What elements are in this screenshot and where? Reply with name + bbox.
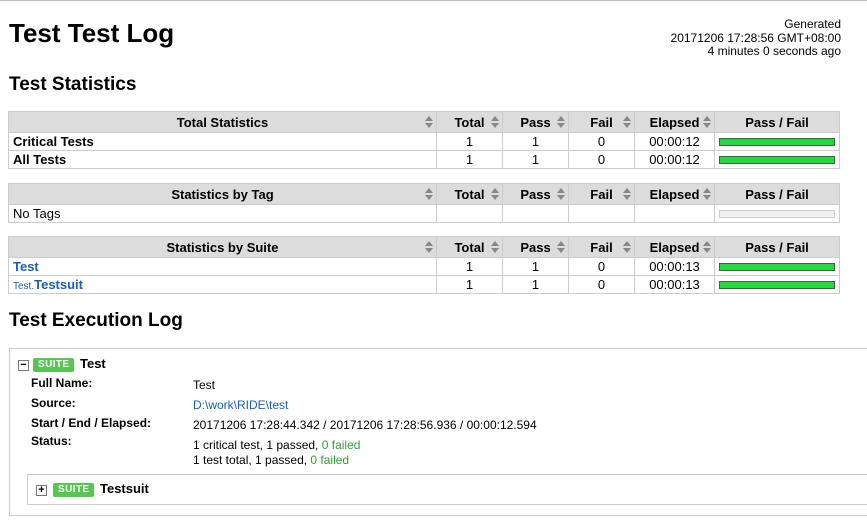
stat-pass: 1 — [502, 275, 569, 294]
sort-header-pass[interactable]: Pass — [502, 183, 569, 205]
pass-fail-bar — [719, 155, 835, 164]
sort-header-fail[interactable]: Fail — [568, 111, 635, 133]
stat-elapsed: 00:00:12 — [634, 132, 715, 151]
sort-header-total-statistics[interactable]: Total Statistics — [8, 111, 437, 133]
sort-header-statistics-by-suite[interactable]: Statistics by Suite — [8, 236, 437, 258]
stat-fail: 0 — [568, 150, 635, 169]
sort-icon — [703, 116, 711, 128]
sort-icon — [557, 116, 565, 128]
stat-fail: 0 — [568, 257, 635, 276]
suite-link-testsuit[interactable]: Testsuit — [34, 277, 83, 292]
pass-fail-bar — [719, 209, 835, 218]
stat-total: 1 — [436, 275, 503, 294]
generated-info: Generated 20171206 17:28:56 GMT+08:00 4 … — [670, 17, 841, 59]
stat-elapsed — [634, 204, 715, 223]
top-divider — [0, 0, 867, 1]
pass-fail-bar — [719, 137, 835, 146]
suite-name[interactable]: Test — [80, 356, 106, 371]
stat-total — [436, 204, 503, 223]
sort-header-elapsed[interactable]: Elapsed — [634, 111, 715, 133]
execution-log-heading: Test Execution Log — [9, 310, 183, 331]
sort-icon — [491, 188, 499, 200]
page-title: Test Test Log — [9, 18, 175, 48]
suite-test-panel: − SUITE Test Full Name: Test Source: D:\… — [9, 348, 867, 516]
sort-header-elapsed[interactable]: Elapsed — [634, 236, 715, 258]
failed-count: 0 failed — [310, 453, 350, 467]
suite-badge: SUITE — [53, 483, 95, 497]
stat-elapsed: 00:00:13 — [634, 257, 715, 276]
pass-fail-bar — [719, 262, 835, 271]
start-end-label: Start / End / Elapsed: — [31, 416, 152, 430]
sort-icon — [491, 116, 499, 128]
sort-header-fail[interactable]: Fail — [568, 183, 635, 205]
stat-fail: 0 — [568, 275, 635, 294]
table-row[interactable]: All Tests 1 1 0 00:00:12 — [8, 150, 840, 169]
expand-toggle-icon[interactable]: + — [36, 485, 47, 496]
stat-pass: 1 — [502, 132, 569, 151]
sort-header-pass-fail[interactable]: Pass / Fail — [714, 183, 840, 205]
pass-fail-bar — [719, 280, 835, 289]
generated-ago: 4 minutes 0 seconds ago — [707, 44, 841, 58]
sort-header-pass[interactable]: Pass — [502, 111, 569, 133]
sort-icon — [703, 241, 711, 253]
source-label: Source: — [31, 396, 76, 410]
sort-icon — [491, 241, 499, 253]
sort-header-total[interactable]: Total — [436, 183, 503, 205]
stat-total: 1 — [436, 257, 503, 276]
suite-badge: SUITE — [33, 358, 75, 372]
suite-testsuit-panel: + SUITE Testsuit — [27, 474, 867, 505]
sort-icon — [623, 241, 631, 253]
start-end-value: 20171206 17:28:44.342 / 20171206 17:28:5… — [193, 418, 537, 432]
tag-statistics-table: Statistics by Tag Total Pass Fail Elapse… — [8, 183, 840, 223]
status-critical: 1 critical test, 1 passed, 0 failed — [193, 438, 361, 452]
status-label: Status: — [31, 434, 72, 448]
generated-label: Generated — [784, 17, 841, 31]
sort-icon — [623, 116, 631, 128]
collapse-toggle-icon[interactable]: − — [18, 360, 29, 371]
sort-icon — [425, 241, 433, 253]
stat-total: 1 — [436, 132, 503, 151]
table-row[interactable]: Test.Testsuit 1 1 0 00:00:13 — [8, 275, 840, 294]
sort-icon — [425, 116, 433, 128]
stat-name: No Tags — [8, 204, 437, 223]
sort-icon — [703, 188, 711, 200]
stat-total: 1 — [436, 150, 503, 169]
status-total: 1 test total, 1 passed, 0 failed — [193, 453, 350, 467]
sort-header-pass[interactable]: Pass — [502, 236, 569, 258]
source-link[interactable]: D:\work\RIDE\test — [193, 398, 288, 412]
table-row[interactable]: Test 1 1 0 00:00:13 — [8, 257, 840, 276]
sort-header-total[interactable]: Total — [436, 236, 503, 258]
child-suite-name[interactable]: Testsuit — [100, 481, 149, 496]
full-name-label: Full Name: — [31, 376, 93, 390]
table-row: No Tags — [8, 204, 840, 223]
total-statistics-table: Total Statistics Total Pass Fail Elapsed… — [8, 111, 840, 169]
sort-header-pass-fail[interactable]: Pass / Fail — [714, 236, 840, 258]
suite-parent-prefix: Test. — [13, 281, 35, 292]
sort-icon — [425, 188, 433, 200]
stat-elapsed: 00:00:12 — [634, 150, 715, 169]
stat-fail: 0 — [568, 132, 635, 151]
sort-header-pass-fail[interactable]: Pass / Fail — [714, 111, 840, 133]
stat-elapsed: 00:00:13 — [634, 275, 715, 294]
sort-header-fail[interactable]: Fail — [568, 236, 635, 258]
stat-pass — [502, 204, 569, 223]
sort-icon — [557, 241, 565, 253]
statistics-heading: Test Statistics — [9, 74, 137, 95]
suite-statistics-table: Statistics by Suite Total Pass Fail Elap… — [8, 236, 840, 294]
stat-pass: 1 — [502, 257, 569, 276]
suite-link-test[interactable]: Test — [13, 259, 39, 274]
stat-name: Critical Tests — [8, 132, 437, 151]
full-name-value: Test — [193, 378, 216, 392]
failed-count: 0 failed — [321, 438, 361, 452]
sort-icon — [557, 188, 565, 200]
stat-pass: 1 — [502, 150, 569, 169]
stat-name: All Tests — [8, 150, 437, 169]
sort-header-statistics-by-tag[interactable]: Statistics by Tag — [8, 183, 437, 205]
sort-header-elapsed[interactable]: Elapsed — [634, 183, 715, 205]
generated-timestamp: 20171206 17:28:56 GMT+08:00 — [670, 30, 841, 45]
sort-header-total[interactable]: Total — [436, 111, 503, 133]
stat-fail — [568, 204, 635, 223]
table-row[interactable]: Critical Tests 1 1 0 00:00:12 — [8, 132, 840, 151]
sort-icon — [623, 188, 631, 200]
